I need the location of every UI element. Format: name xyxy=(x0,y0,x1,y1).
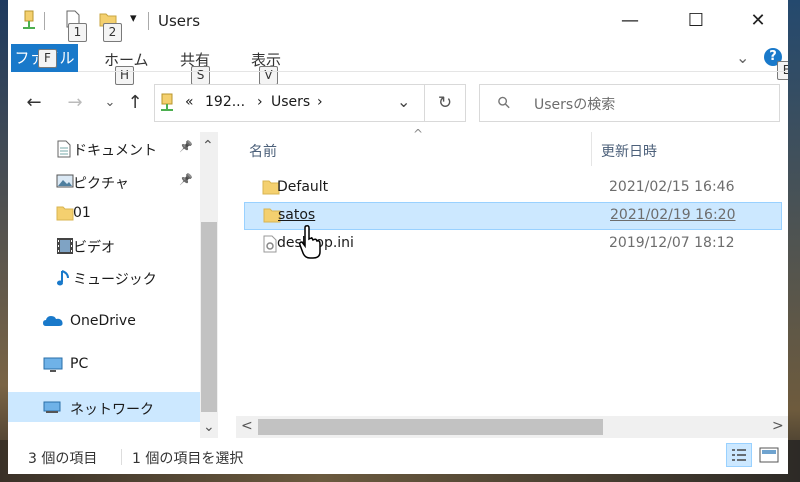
keytip-view: V xyxy=(259,66,278,85)
nav-pane-scroll-thumb[interactable] xyxy=(201,222,217,412)
keytip-home: H xyxy=(115,66,134,85)
file-row-desktop-ini[interactable]: desktop.ini 2019/12/07 18:12 xyxy=(244,230,782,258)
pin-icon[interactable]: 📌 xyxy=(179,173,193,186)
documents-icon xyxy=(56,140,74,158)
explorer-window: 1 2 ▾ Users — ☐ ✕ ファイル F ホーム H 共有 S 表示 V… xyxy=(8,0,788,474)
nav-item-pc[interactable]: PC xyxy=(8,348,200,380)
details-view-button[interactable] xyxy=(726,443,752,467)
forward-arrow-icon[interactable]: → xyxy=(64,92,86,114)
search-input[interactable]: ⚲ Usersの検索 xyxy=(479,84,780,122)
up-arrow-icon[interactable]: ↑ xyxy=(124,92,146,114)
hand-cursor-icon xyxy=(298,224,324,260)
search-icon: ⚲ xyxy=(492,91,515,114)
horizontal-scroll-thumb[interactable] xyxy=(258,419,603,435)
column-divider[interactable] xyxy=(591,132,592,166)
status-selected-count: 1 個の項目を選択 xyxy=(132,451,244,467)
minimize-button[interactable]: — xyxy=(615,8,645,34)
nav-item-label: ミュージック xyxy=(73,272,157,288)
nav-pane-scrollbar[interactable]: ⌃ ⌄ xyxy=(200,132,218,438)
close-button[interactable]: ✕ xyxy=(743,8,773,34)
nav-item-label: OneDrive xyxy=(70,313,136,329)
large-icons-view-button[interactable] xyxy=(758,445,780,465)
column-header-modified[interactable]: 更新日時 xyxy=(601,141,657,161)
desktop-background-right xyxy=(788,0,800,482)
status-item-count: 3 個の項目 xyxy=(28,451,98,467)
file-name: satos xyxy=(278,207,316,223)
scroll-right-chevron-icon[interactable]: > xyxy=(772,418,784,434)
folder-icon xyxy=(56,205,74,223)
sort-indicator-icon: ^ xyxy=(413,127,424,141)
customize-quick-access-dropdown[interactable]: ▾ xyxy=(130,11,137,26)
window-title: Users xyxy=(158,12,201,30)
breadcrumb-separator-2[interactable]: › xyxy=(317,94,323,110)
address-bar[interactable]: « 192... › Users › ⌄ xyxy=(154,84,425,122)
back-arrow-icon[interactable]: ← xyxy=(23,92,45,114)
expand-ribbon-chevron-icon[interactable]: ⌄ xyxy=(736,48,749,67)
videos-icon xyxy=(56,237,74,255)
nav-item-network[interactable]: ネットワーク xyxy=(8,392,200,422)
nav-item-label: PC xyxy=(70,356,89,372)
keytip-1: 1 xyxy=(68,23,87,42)
file-modified-date: 2021/02/15 16:46 xyxy=(609,179,735,195)
scroll-left-chevron-icon[interactable]: < xyxy=(241,418,253,434)
pc-icon xyxy=(43,356,63,374)
nav-item-label: ネットワーク xyxy=(70,402,154,418)
desktop-background-left xyxy=(0,0,8,482)
nav-item-music[interactable]: ミュージック xyxy=(8,261,200,293)
refresh-button[interactable]: ↻ xyxy=(425,84,466,122)
file-modified-date: 2019/12/07 18:12 xyxy=(609,235,735,251)
quick-access-properties-icon[interactable] xyxy=(22,10,36,30)
status-divider xyxy=(121,449,122,465)
file-modified-date: 2021/02/19 16:20 xyxy=(610,207,736,223)
nav-item-videos[interactable]: ビデオ xyxy=(8,229,200,261)
horizontal-scrollbar[interactable]: < > xyxy=(236,416,788,438)
address-dropdown-chevron-icon[interactable]: ⌄ xyxy=(397,92,410,111)
keytip-file: F xyxy=(38,49,57,68)
nav-item-label: ピクチャ xyxy=(73,176,129,192)
nav-item-01[interactable]: 01 xyxy=(8,197,200,229)
onedrive-icon xyxy=(42,313,64,331)
ribbon-divider xyxy=(78,71,788,72)
nav-item-label: ビデオ xyxy=(73,240,115,256)
network-icon xyxy=(43,399,61,417)
nav-item-label: 01 xyxy=(73,205,91,221)
title-divider xyxy=(148,12,149,30)
pictures-icon xyxy=(56,173,74,191)
file-row-satos[interactable]: satos 2021/02/19 16:20 xyxy=(244,202,782,230)
quick-access-divider xyxy=(44,12,45,30)
nav-item-pictures[interactable]: ピクチャ 📌 xyxy=(8,165,200,197)
search-placeholder: Usersの検索 xyxy=(534,97,616,113)
column-header-name[interactable]: 名前 xyxy=(249,141,277,161)
music-icon xyxy=(56,269,74,287)
nav-item-documents[interactable]: ドキュメント 📌 xyxy=(8,132,200,164)
keytip-2: 2 xyxy=(103,23,122,42)
nav-item-label: ドキュメント xyxy=(73,143,157,159)
pin-icon[interactable]: 📌 xyxy=(179,140,193,153)
file-row-default[interactable]: Default 2021/02/15 16:46 xyxy=(244,174,782,202)
scroll-down-chevron-icon[interactable]: ⌄ xyxy=(203,419,215,435)
scroll-up-chevron-icon[interactable]: ⌃ xyxy=(202,138,214,154)
keytip-share: S xyxy=(191,66,210,85)
nav-item-onedrive[interactable]: OneDrive xyxy=(8,305,200,337)
breadcrumb-item-users[interactable]: Users xyxy=(271,94,310,110)
network-location-icon xyxy=(160,93,174,113)
recent-locations-chevron-icon[interactable]: ⌄ xyxy=(99,92,121,114)
file-name: Default xyxy=(277,179,329,195)
breadcrumb-separator[interactable]: › xyxy=(257,94,263,110)
breadcrumb-overflow[interactable]: « xyxy=(185,94,194,110)
breadcrumb-item-server[interactable]: 192... xyxy=(205,94,245,110)
maximize-button[interactable]: ☐ xyxy=(681,8,711,34)
